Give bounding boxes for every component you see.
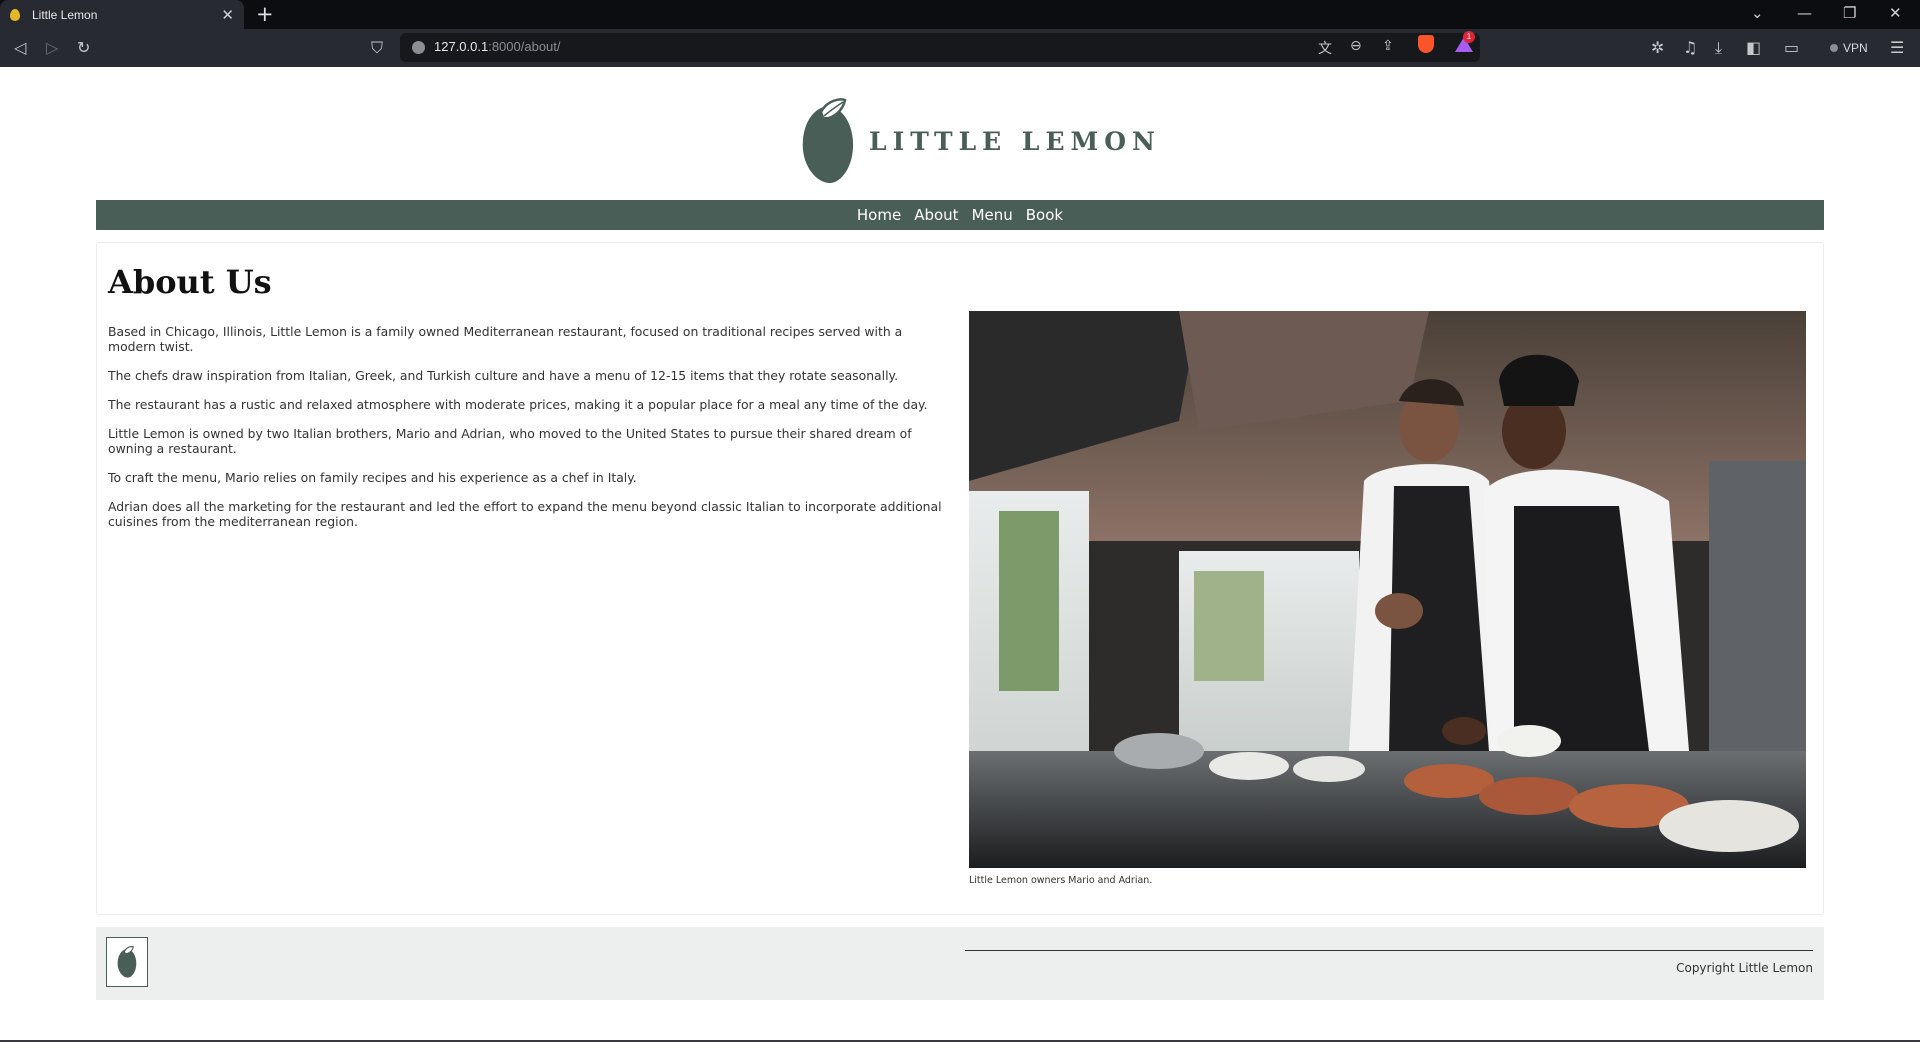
brave-shields-icon[interactable] [1418,35,1434,53]
vpn-status-icon [1830,44,1838,52]
extensions-icon[interactable]: ✲ [1651,38,1664,58]
about-paragraph: Based in Chicago, Illinois, Little Lemon… [108,324,903,354]
zoom-out-icon[interactable]: ⊖ [1350,38,1362,54]
tab-title: Little Lemon [32,7,98,22]
about-paragraph: Adrian does all the marketing for the re… [108,499,942,529]
close-window-button[interactable]: ✕ [1889,4,1902,22]
forward-icon[interactable]: ▷ [46,38,58,58]
nav-link-menu[interactable]: Menu [972,206,1013,224]
owners-photo [969,311,1806,868]
site-logo[interactable]: LITTLE LEMON [801,97,1161,185]
footer-divider [965,950,1813,951]
copyright-text: Copyright Little Lemon [1676,961,1813,975]
about-section: About Us Based in Chicago, Illinois, Lit… [96,242,1824,915]
page-viewport: LITTLE LEMON Home About Menu Book About … [0,67,1920,1042]
browser-toolbar: ◁ ▷ ↻ ⛉ 127.0.0.1:8000/about/ 文 ⊖ ⇪ ✲ ♫ … [0,29,1920,67]
lemon-favicon-icon [10,8,20,21]
page-title: About Us [108,263,272,301]
rewards-badge: 1 [1463,31,1475,43]
browser-tab-strip: Little Lemon ✕ + ⌄ — ❐ ✕ [0,0,1920,29]
url-text[interactable]: 127.0.0.1:8000/about/ [434,39,561,54]
music-icon[interactable]: ♫ [1683,38,1697,58]
address-bar[interactable]: 127.0.0.1:8000/about/ 文 ⊖ ⇪ [400,33,1480,62]
bookmark-icon[interactable]: ⛉ [371,38,383,58]
kitchen-photo-illustration [969,311,1806,868]
share-icon[interactable]: ⇪ [1382,38,1394,54]
about-paragraph: The restaurant has a rustic and relaxed … [108,397,928,412]
translate-icon[interactable]: 文 [1318,38,1332,58]
tab-search-icon[interactable]: ⌄ [1751,4,1764,22]
nav-link-book[interactable]: Book [1026,206,1063,224]
wallet-icon[interactable]: ▭ [1784,38,1799,58]
footer-logo[interactable] [106,937,148,987]
new-tab-button[interactable]: + [256,3,274,25]
vpn-button[interactable]: VPN [1830,38,1868,58]
back-icon[interactable]: ◁ [14,38,26,58]
photo-caption: Little Lemon owners Mario and Adrian. [969,875,1153,886]
nav-link-home[interactable]: Home [857,206,901,224]
lemon-logo-icon [802,98,854,184]
minimize-button[interactable]: — [1797,4,1812,22]
vpn-label: VPN [1843,41,1868,55]
url-host: 127.0.0.1 [434,39,489,54]
about-paragraph: To craft the menu, Mario relies on famil… [108,470,637,485]
reload-icon[interactable]: ↻ [77,38,90,58]
url-path: :8000/about/ [488,39,561,54]
main-nav: Home About Menu Book [96,200,1824,230]
hamburger-menu-icon[interactable]: ☰ [1890,38,1904,58]
site-info-icon[interactable] [412,41,425,54]
about-paragraph: The chefs draw inspiration from Italian,… [108,368,899,383]
logo-wordmark: LITTLE LEMON [869,126,1161,156]
lemon-logo-icon [117,946,137,978]
restore-button[interactable]: ❐ [1843,4,1856,22]
close-tab-icon[interactable]: ✕ [221,6,234,24]
site-footer: Copyright Little Lemon [96,927,1824,1000]
about-paragraph: Little Lemon is owned by two Italian bro… [108,426,912,456]
sidebar-icon[interactable]: ◧ [1746,38,1761,58]
browser-tab[interactable]: Little Lemon ✕ [0,0,244,29]
nav-link-about[interactable]: About [914,206,958,224]
about-text: Based in Chicago, Illinois, Little Lemon… [108,324,953,543]
download-icon[interactable]: ⤓ [1715,38,1722,58]
